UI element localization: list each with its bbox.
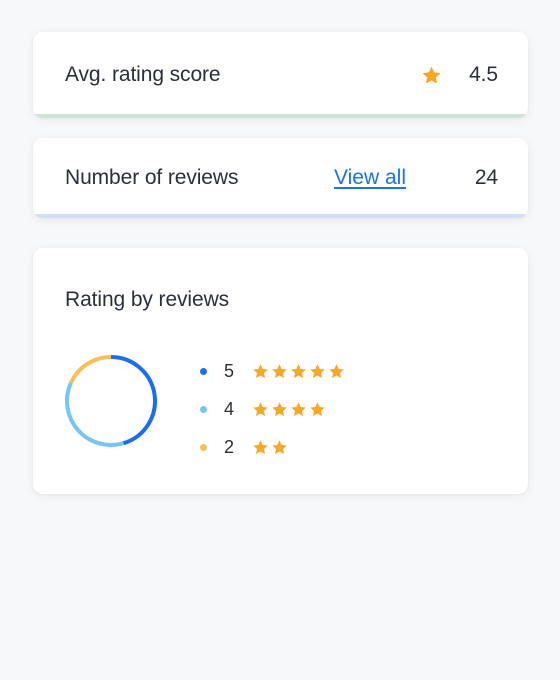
reviews-count-card-accent-bar bbox=[33, 214, 528, 218]
legend-row[interactable]: 2 bbox=[200, 428, 450, 466]
star-icon bbox=[252, 439, 269, 456]
avg-rating-value: 4.5 bbox=[469, 63, 498, 86]
star-icon bbox=[309, 363, 326, 380]
star-icon bbox=[309, 401, 326, 418]
legend-row[interactable]: 5 bbox=[200, 352, 450, 390]
reviews-count-value: 24 bbox=[474, 166, 498, 189]
star-icon bbox=[271, 439, 288, 456]
legend-stars bbox=[252, 439, 288, 456]
avg-rating-card-accent-bar bbox=[33, 114, 528, 118]
legend-dot-icon bbox=[200, 367, 207, 375]
star-icon bbox=[328, 363, 345, 380]
star-icon bbox=[271, 401, 288, 418]
legend-stars bbox=[252, 401, 326, 418]
rating-breakdown-title: Rating by reviews bbox=[65, 288, 230, 311]
legend-dot-icon bbox=[200, 405, 207, 413]
legend-rating-label: 5 bbox=[224, 360, 235, 381]
avg-rating-card: Avg. rating score 4.5 bbox=[33, 32, 528, 118]
avg-rating-label: Avg. rating score bbox=[65, 63, 221, 86]
donut-segment-2 bbox=[69, 355, 112, 384]
reviews-count-label: Number of reviews bbox=[65, 166, 239, 189]
legend-stars bbox=[252, 363, 345, 380]
donut-segment-4 bbox=[65, 381, 124, 447]
donut-segment-5 bbox=[110, 355, 157, 446]
legend-rating-label: 2 bbox=[224, 436, 235, 457]
star-icon bbox=[252, 401, 269, 418]
star-icon bbox=[252, 363, 269, 380]
legend-row[interactable]: 4 bbox=[200, 390, 450, 428]
legend-dot-icon bbox=[200, 443, 207, 451]
view-all-link[interactable]: View all bbox=[334, 166, 406, 190]
rating-donut-chart bbox=[62, 352, 160, 450]
star-icon bbox=[290, 363, 307, 380]
avg-rating-row: Avg. rating score 4.5 bbox=[33, 32, 528, 118]
star-icon bbox=[271, 363, 288, 380]
reviews-count-card: Number of reviews View all 24 bbox=[33, 138, 528, 218]
rating-legend: 5 4 2 bbox=[200, 352, 450, 466]
star-icon bbox=[421, 65, 442, 86]
legend-rating-label: 4 bbox=[224, 398, 235, 419]
star-icon bbox=[290, 401, 307, 418]
rating-summary-page: Avg. rating score 4.5 Number of reviews … bbox=[0, 0, 560, 680]
reviews-count-row: Number of reviews View all 24 bbox=[33, 138, 528, 218]
